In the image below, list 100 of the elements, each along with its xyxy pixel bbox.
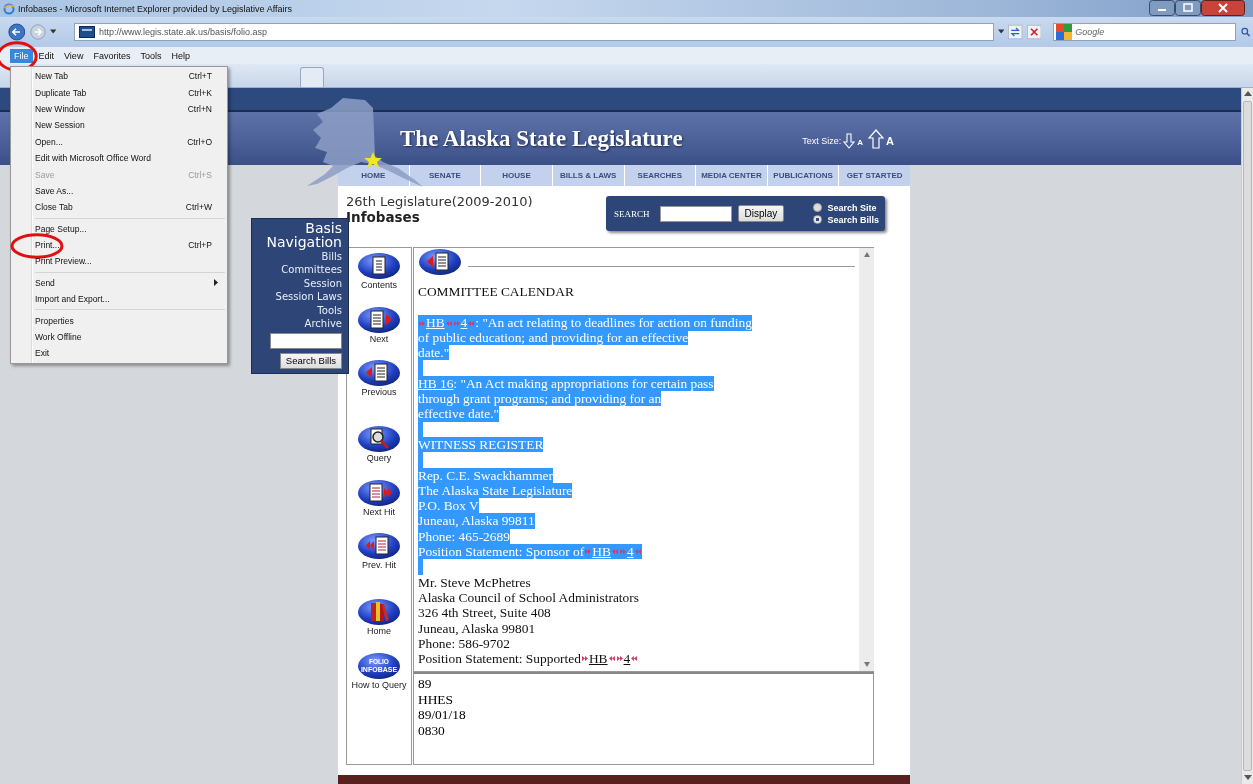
panel-title: Basis Navigation bbox=[265, 221, 342, 249]
dropdown-arrow-icon[interactable] bbox=[49, 29, 56, 35]
menu-item[interactable]: Edit bbox=[34, 48, 59, 63]
menu-item[interactable]: Work Offline bbox=[11, 328, 227, 346]
line-text: Position Statement: Sponsor of bbox=[418, 544, 585, 560]
search-icon[interactable] bbox=[1240, 26, 1253, 38]
tool-button[interactable]: Next Hit bbox=[351, 478, 407, 532]
books-icon bbox=[357, 598, 401, 626]
menu-item[interactable]: Tools bbox=[136, 48, 166, 63]
nav-tab[interactable]: GET STARTED bbox=[838, 165, 910, 186]
text-larger-link[interactable]: A bbox=[886, 134, 894, 147]
info-text: 89 bbox=[418, 676, 433, 692]
menu-item[interactable]: Print Preview... bbox=[11, 253, 227, 270]
tool-button[interactable]: Home bbox=[351, 598, 407, 652]
menu-item[interactable]: New Session bbox=[11, 117, 227, 134]
nav-tab[interactable]: PUBLICATIONS bbox=[766, 165, 839, 186]
stop-button[interactable] bbox=[1026, 23, 1042, 41]
text-size-label: Text Size: bbox=[802, 135, 842, 146]
line-text: date." bbox=[418, 345, 450, 361]
menu-item[interactable]: Exit bbox=[11, 345, 227, 362]
menu-item[interactable]: Import and Export... bbox=[11, 291, 227, 308]
menu-item[interactable]: Favorites bbox=[89, 48, 135, 63]
menu-item[interactable]: Edit with Microsoft Office Word bbox=[11, 149, 227, 167]
info-text: 89/01/18 bbox=[418, 707, 467, 723]
nav-link[interactable]: Session Laws bbox=[256, 290, 342, 304]
list-page-icon bbox=[357, 252, 401, 280]
magnifier-page-icon bbox=[357, 425, 401, 453]
nav-tab[interactable]: SENATE bbox=[408, 165, 481, 186]
menu-item[interactable]: View bbox=[60, 48, 88, 63]
menu-item[interactable]: Print... Ctrl+P bbox=[11, 236, 227, 254]
nav-tab[interactable]: HOME bbox=[338, 165, 409, 186]
search-provider-icon bbox=[1056, 24, 1073, 40]
display-button[interactable]: Display bbox=[737, 205, 785, 222]
window-title: Infobases - Microsoft Internet Explorer provided by Legislative Affairs bbox=[18, 3, 292, 14]
line-text: : "An Act making appropriations for certain pass bbox=[453, 375, 714, 392]
line-text: Position Statement: Supported bbox=[418, 651, 581, 667]
menu-item[interactable]: Help bbox=[167, 48, 194, 63]
nav-link[interactable]: Tools bbox=[256, 303, 342, 318]
down-arrow-icon bbox=[843, 132, 856, 149]
bill-link[interactable]: HB bbox=[588, 651, 608, 667]
nav-tab[interactable]: HOUSE bbox=[480, 165, 552, 186]
menu-item[interactable]: Open... Ctrl+O bbox=[11, 133, 227, 150]
line-text: COMMITTEE CALENDAR bbox=[418, 284, 574, 300]
search-box[interactable]: Google bbox=[1053, 23, 1237, 41]
line-text: WITNESS REGISTER bbox=[418, 436, 544, 453]
menu-item[interactable]: New Tab Ctrl+T bbox=[11, 68, 227, 85]
line-text: Juneau, Alaska 99811 bbox=[418, 513, 535, 529]
bill-link[interactable]: 4 bbox=[623, 651, 631, 667]
menu-item[interactable]: Properties bbox=[11, 312, 227, 329]
minimize-button[interactable] bbox=[1149, 0, 1175, 16]
menu-item[interactable]: Duplicate Tab Ctrl+K bbox=[11, 84, 227, 101]
search-input[interactable] bbox=[659, 205, 732, 222]
radio-label[interactable]: Search Site bbox=[827, 202, 877, 213]
menu-item[interactable]: File bbox=[10, 48, 33, 63]
scrollbar[interactable] bbox=[859, 248, 874, 671]
back-button[interactable] bbox=[8, 21, 26, 43]
search-input[interactable] bbox=[270, 332, 342, 349]
tool-button[interactable]: Next bbox=[351, 305, 407, 359]
nav-tab[interactable]: MEDIA CENTER bbox=[695, 165, 767, 186]
menu-item[interactable]: Page Setup... bbox=[11, 220, 227, 237]
scrollbar[interactable] bbox=[1241, 88, 1253, 784]
line-text: The Alaska State Legislature bbox=[418, 482, 573, 499]
nav-link[interactable]: Session bbox=[256, 276, 342, 291]
menu-item[interactable]: Close Tab Ctrl+W bbox=[11, 199, 227, 216]
nav-tab[interactable]: BILLS & LAWS bbox=[551, 165, 624, 186]
dropdown-arrow-icon[interactable] bbox=[998, 29, 1005, 35]
radio-button[interactable] bbox=[813, 203, 823, 212]
maximize-button[interactable] bbox=[1175, 0, 1201, 16]
nav-tab[interactable]: SEARCHES bbox=[623, 165, 696, 186]
scroll-thumb[interactable] bbox=[1243, 101, 1252, 771]
nav-link[interactable]: Committees bbox=[256, 263, 342, 277]
nav-link[interactable]: Archive bbox=[256, 317, 342, 331]
url-text: http://www.legis.state.ak.us/basis/folio.asp bbox=[99, 27, 268, 37]
refresh-button[interactable] bbox=[1008, 23, 1023, 41]
close-button[interactable] bbox=[1201, 0, 1245, 16]
page-heading: Infobases bbox=[346, 209, 421, 225]
site-title[interactable]: The Alaska State Legislature bbox=[400, 125, 683, 152]
legislature-text: 26th Legislature(2009-2010) bbox=[346, 194, 533, 209]
menu-item[interactable]: Save As... bbox=[11, 182, 227, 200]
line-text: Juneau, Alaska 99801 bbox=[418, 620, 536, 636]
line-text: Mr. Steve McPhetres bbox=[418, 574, 531, 590]
hit-marker-icon bbox=[634, 548, 641, 556]
search-bills-button[interactable]: Search Bills bbox=[279, 352, 342, 369]
radio-button[interactable] bbox=[813, 215, 823, 224]
menu-item[interactable]: Send bbox=[11, 274, 227, 292]
text-smaller-link[interactable]: A bbox=[857, 137, 864, 147]
tool-button[interactable]: Query bbox=[351, 425, 407, 479]
nav-link[interactable]: Bills bbox=[256, 250, 342, 264]
search-label: SEARCH bbox=[614, 208, 650, 219]
tool-button[interactable]: Prev. Hit bbox=[351, 532, 407, 598]
hit-marker-icon bbox=[468, 319, 475, 327]
info-text: HHES bbox=[418, 691, 454, 708]
tool-button[interactable]: Previous bbox=[351, 359, 407, 425]
menu-item[interactable]: New Window Ctrl+N bbox=[11, 100, 227, 118]
line-text: through grant programs; and providing for an bbox=[418, 391, 662, 407]
radio-label[interactable]: Search Bills bbox=[827, 214, 879, 225]
tool-button[interactable]: Contents bbox=[351, 252, 407, 306]
up-arrow-icon bbox=[868, 128, 885, 149]
scroll-down-arrow-icon bbox=[863, 662, 870, 667]
address-field[interactable]: http://www.legis.state.ak.us/basis/folio.asp bbox=[74, 23, 994, 41]
